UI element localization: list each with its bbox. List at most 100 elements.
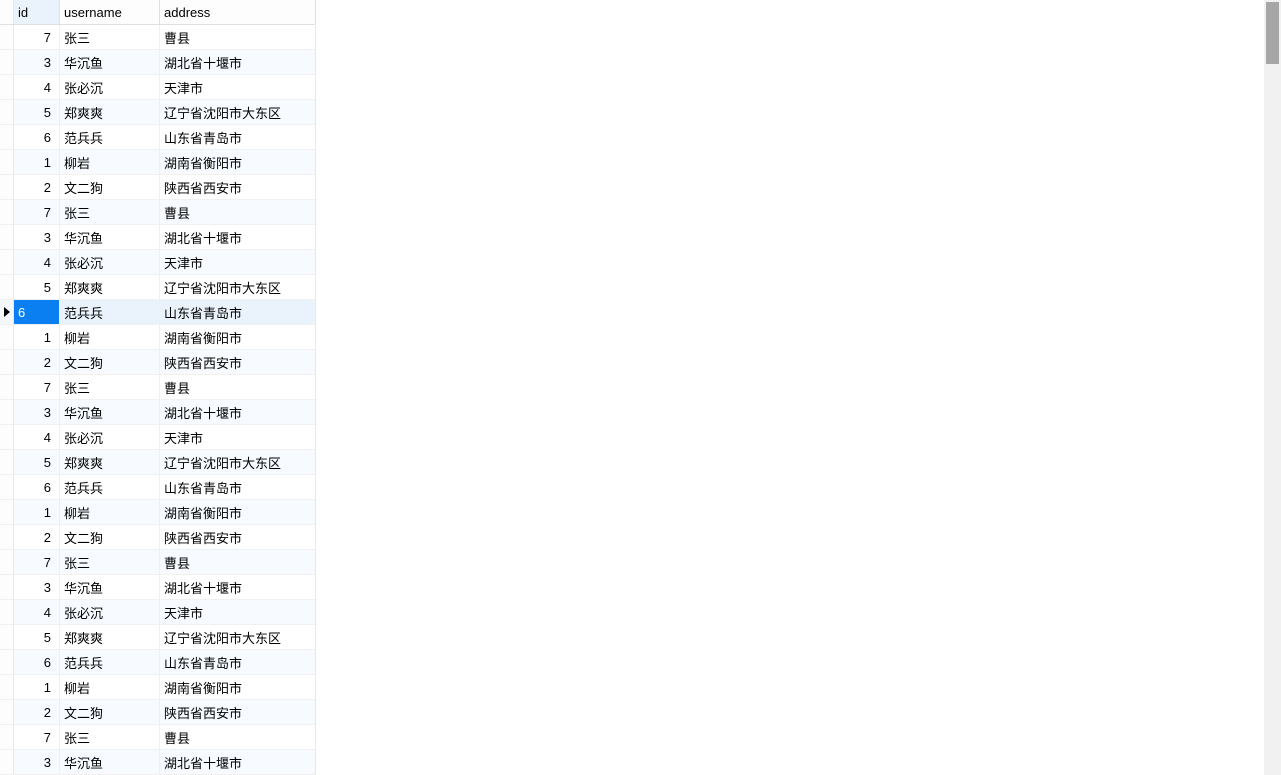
cell-address[interactable]: 湖南省衡阳市 [160,675,316,699]
row-gutter[interactable] [0,25,14,49]
cell-id[interactable]: 4 [14,600,60,624]
table-row[interactable]: 7张三曹县 [0,550,315,575]
row-gutter[interactable] [0,550,14,574]
cell-id[interactable]: 5 [14,100,60,124]
table-row[interactable]: 4张必沉天津市 [0,425,315,450]
table-row[interactable]: 6范兵兵山东省青岛市 [0,125,315,150]
cell-username[interactable]: 华沉鱼 [60,400,160,424]
table-row[interactable]: 4张必沉天津市 [0,250,315,275]
table-row[interactable]: 2文二狗陕西省西安市 [0,700,315,725]
cell-id[interactable]: 4 [14,425,60,449]
table-row[interactable]: 1柳岩湖南省衡阳市 [0,675,315,700]
row-gutter[interactable] [0,375,14,399]
row-gutter[interactable] [0,600,14,624]
cell-username[interactable]: 张必沉 [60,250,160,274]
cell-address[interactable]: 陕西省西安市 [160,700,316,724]
cell-username[interactable]: 范兵兵 [60,125,160,149]
cell-address[interactable]: 湖北省十堰市 [160,225,316,249]
cell-id[interactable]: 1 [14,150,60,174]
cell-username[interactable]: 华沉鱼 [60,50,160,74]
row-gutter[interactable] [0,425,14,449]
table-row[interactable]: 4张必沉天津市 [0,75,315,100]
cell-id[interactable]: 3 [14,575,60,599]
cell-id[interactable]: 7 [14,25,60,49]
cell-address[interactable]: 曹县 [160,200,316,224]
cell-username[interactable]: 郑爽爽 [60,625,160,649]
cell-username[interactable]: 柳岩 [60,500,160,524]
cell-address[interactable]: 山东省青岛市 [160,650,316,674]
cell-address[interactable]: 山东省青岛市 [160,125,316,149]
cell-address[interactable]: 辽宁省沈阳市大东区 [160,450,316,474]
cell-address[interactable]: 湖北省十堰市 [160,575,316,599]
cell-username[interactable]: 张三 [60,200,160,224]
cell-address[interactable]: 曹县 [160,550,316,574]
cell-address[interactable]: 湖北省十堰市 [160,400,316,424]
cell-id[interactable]: 1 [14,500,60,524]
row-gutter[interactable] [0,400,14,424]
row-gutter[interactable] [0,525,14,549]
cell-id[interactable]: 5 [14,625,60,649]
cell-address[interactable]: 天津市 [160,425,316,449]
row-gutter[interactable] [0,125,14,149]
cell-id[interactable]: 5 [14,275,60,299]
table-row[interactable]: 7张三曹县 [0,725,315,750]
cell-id[interactable]: 2 [14,700,60,724]
table-row[interactable]: 4张必沉天津市 [0,600,315,625]
table-row[interactable]: 2文二狗陕西省西安市 [0,175,315,200]
table-row[interactable]: 3华沉鱼湖北省十堰市 [0,50,315,75]
cell-id[interactable]: 4 [14,75,60,99]
row-gutter[interactable] [0,175,14,199]
cell-address[interactable]: 曹县 [160,375,316,399]
row-gutter[interactable] [0,75,14,99]
row-gutter[interactable] [0,700,14,724]
row-gutter[interactable] [0,200,14,224]
cell-username[interactable]: 柳岩 [60,150,160,174]
cell-username[interactable]: 范兵兵 [60,475,160,499]
cell-address[interactable]: 辽宁省沈阳市大东区 [160,100,316,124]
cell-id[interactable]: 7 [14,725,60,749]
cell-username[interactable]: 华沉鱼 [60,750,160,774]
row-gutter[interactable] [0,325,14,349]
cell-username[interactable]: 张三 [60,725,160,749]
cell-username[interactable]: 文二狗 [60,525,160,549]
row-gutter[interactable] [0,50,14,74]
row-gutter[interactable] [0,350,14,374]
cell-username[interactable]: 华沉鱼 [60,575,160,599]
cell-id[interactable]: 7 [14,550,60,574]
row-gutter[interactable] [0,650,14,674]
vertical-scrollbar[interactable] [1264,0,1281,775]
table-row[interactable]: 3华沉鱼湖北省十堰市 [0,225,315,250]
cell-address[interactable]: 山东省青岛市 [160,475,316,499]
table-row[interactable]: 5郑爽爽辽宁省沈阳市大东区 [0,100,315,125]
row-gutter[interactable] [0,100,14,124]
cell-username[interactable]: 张三 [60,550,160,574]
cell-username[interactable]: 华沉鱼 [60,225,160,249]
table-row[interactable]: 2文二狗陕西省西安市 [0,525,315,550]
cell-id[interactable]: 2 [14,175,60,199]
cell-username[interactable]: 郑爽爽 [60,100,160,124]
row-gutter[interactable] [0,150,14,174]
cell-address[interactable]: 曹县 [160,25,316,49]
cell-address[interactable]: 天津市 [160,600,316,624]
cell-username[interactable]: 张三 [60,375,160,399]
cell-address[interactable]: 湖北省十堰市 [160,750,316,774]
cell-address[interactable]: 天津市 [160,75,316,99]
table-row[interactable]: 3华沉鱼湖北省十堰市 [0,575,315,600]
cell-address[interactable]: 湖南省衡阳市 [160,325,316,349]
cell-address[interactable]: 陕西省西安市 [160,350,316,374]
table-row[interactable]: 2文二狗陕西省西安市 [0,350,315,375]
current-row-pointer-icon[interactable] [0,300,14,324]
cell-username[interactable]: 张必沉 [60,425,160,449]
cell-address[interactable]: 湖南省衡阳市 [160,150,316,174]
table-row[interactable]: 6范兵兵山东省青岛市 [0,650,315,675]
cell-id[interactable]: 3 [14,50,60,74]
table-row[interactable]: 7张三曹县 [0,25,315,50]
cell-address[interactable]: 辽宁省沈阳市大东区 [160,275,316,299]
column-header-username[interactable]: username [60,0,160,24]
cell-id[interactable]: 6 [14,650,60,674]
row-gutter[interactable] [0,500,14,524]
table-row[interactable]: 5郑爽爽辽宁省沈阳市大东区 [0,275,315,300]
cell-id[interactable]: 6 [14,300,60,324]
cell-username[interactable]: 柳岩 [60,325,160,349]
cell-id[interactable]: 7 [14,375,60,399]
